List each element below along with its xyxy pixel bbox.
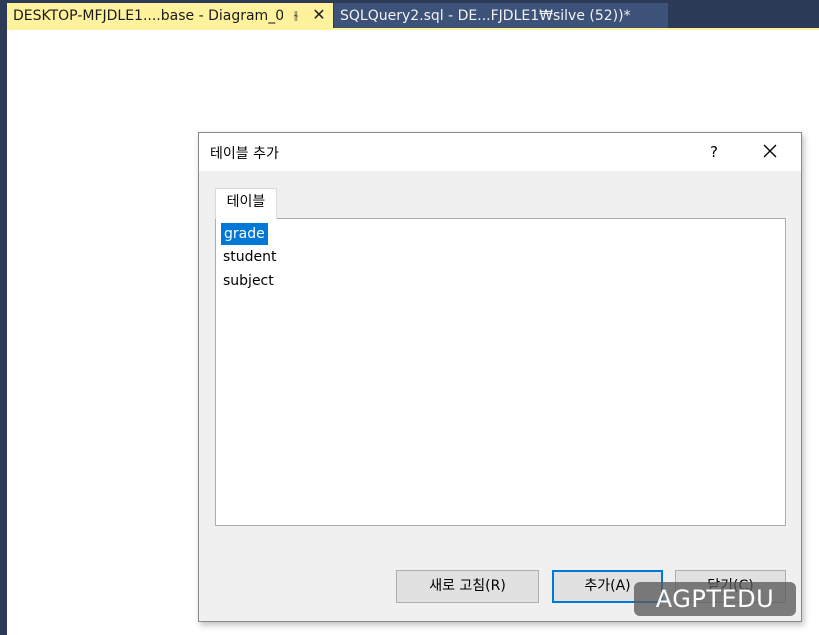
tab-diagram[interactable]: DESKTOP-MFJDLE1....base - Diagram_0 ⫳ ✕ xyxy=(7,3,333,28)
list-item-grade[interactable]: grade xyxy=(221,223,268,245)
list-item-student[interactable]: student xyxy=(221,247,279,271)
pin-icon[interactable]: ⫳ xyxy=(289,7,303,23)
close-icon[interactable]: ✕ xyxy=(311,6,327,24)
document-tab-bar: DESKTOP-MFJDLE1....base - Diagram_0 ⫳ ✕ … xyxy=(7,0,819,28)
ide-left-border xyxy=(0,0,7,635)
add-table-dialog: 테이블 추가 ? 테이블 grade student subject 새로 고침… xyxy=(198,132,802,622)
dialog-close-button[interactable] xyxy=(755,137,785,167)
tab-tables[interactable]: 테이블 xyxy=(215,188,277,219)
table-list: grade student subject xyxy=(221,223,279,295)
dialog-title: 테이블 추가 xyxy=(210,146,279,162)
tab-sqlquery-label: SQLQuery2.sql - DE...FJDLE1₩silve (52))* xyxy=(340,7,631,24)
tab-diagram-label: DESKTOP-MFJDLE1....base - Diagram_0 xyxy=(13,7,283,24)
close-icon xyxy=(763,144,777,158)
table-list-panel: grade student subject xyxy=(215,218,786,526)
watermark: AGPTEDU xyxy=(634,582,796,616)
refresh-button[interactable]: 새로 고침(R) xyxy=(396,570,539,603)
tab-sqlquery[interactable]: SQLQuery2.sql - DE...FJDLE1₩silve (52))* xyxy=(334,3,668,28)
help-button[interactable]: ? xyxy=(699,139,729,165)
dialog-titlebar: 테이블 추가 ? xyxy=(199,133,801,171)
list-item-subject[interactable]: subject xyxy=(221,271,276,295)
